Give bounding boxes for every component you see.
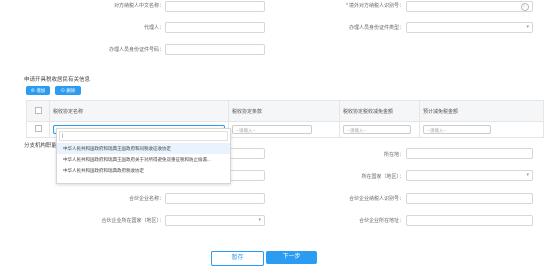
agent-id-type-select[interactable] [406, 22, 533, 33]
treaty-amount-input[interactable]: --请输入-- [343, 125, 411, 134]
save-draft-button[interactable]: 暂存 [211, 251, 264, 266]
expected-amount-input[interactable]: --请输入-- [423, 125, 491, 134]
dropdown-option[interactable]: 中华人民共和国政府和瑞典政府税收协定 [57, 165, 230, 176]
treaty-clause-cell: --请输入-- [228, 121, 340, 138]
foreign-party-id-label: *境外对方纳税人识别号： [346, 3, 404, 9]
agent-input[interactable] [165, 22, 265, 33]
branch-section-label: 分支机构职能 [24, 143, 58, 149]
partner-id-label: 合伙企业纳税人识别号： [348, 196, 404, 202]
partner-name-label: 合伙企业名称： [128, 196, 164, 202]
header-checkbox-cell[interactable] [26, 100, 50, 122]
country-label: 所在国家（地区）： [361, 174, 404, 180]
header-treaty-name: 税收协定名称 [49, 100, 229, 122]
expected-amount-cell: --请输入-- [419, 121, 544, 138]
table-header-row: 税收协定名称 税收协定条款 税收协定税收减免金额 预计减免税金额 [26, 100, 544, 122]
partner-address-label: 合伙企业所在地址： [358, 218, 404, 224]
header-expected-amount: 预计减免税金额 [419, 100, 544, 122]
header-treaty-clause: 税收协定条款 [228, 100, 340, 122]
country-select[interactable] [406, 170, 533, 181]
section-title: 申请开具税收居民有关信息 [24, 77, 91, 83]
row-checkbox-cell[interactable] [26, 121, 50, 138]
treaty-dropdown: | 中华人民共和国政府和瑞典王国政府和同税收征收协定 中华人民共和国政府和瑞典王… [56, 128, 231, 184]
agent-id-type-label: 办理人员身份证件类型： [348, 25, 404, 31]
residence-label: 所在地： [383, 152, 404, 158]
header-treaty-amount: 税收协定税收减免金额 [339, 100, 420, 122]
foreign-party-name-label: 对方纳税人中文名称： [113, 3, 164, 9]
partner-country-label: 合伙企业所在国家（地区）： [101, 218, 164, 224]
partner-id-input[interactable] [406, 193, 533, 204]
partner-address-input[interactable] [406, 215, 533, 226]
treaty-clause-input[interactable]: --请输入-- [232, 125, 312, 134]
dropdown-option[interactable]: 中华人民共和国政府和瑞典王国政府和同税收征收协定 [57, 143, 230, 154]
residence-input[interactable] [406, 148, 533, 159]
delete-row-button[interactable]: ⊖ 删除 [55, 86, 81, 95]
foreign-party-id-input[interactable]: ？ [406, 1, 533, 12]
partner-name-input[interactable] [165, 193, 265, 204]
select-all-checkbox[interactable] [34, 106, 42, 114]
treaty-amount-cell: --请输入-- [339, 121, 420, 138]
foreign-party-name-input[interactable] [165, 1, 265, 12]
add-row-button[interactable]: ⊕ 增加 [26, 86, 50, 95]
next-step-button[interactable]: 下一步 [266, 251, 317, 264]
dropdown-option[interactable]: 中华人民共和国政府和瑞典王国政府关于对所得避免双重征税和防止偷漏... [57, 154, 230, 165]
help-icon: ？ [521, 3, 529, 11]
agent-id-no-label: 办理人员身份证件号码： [108, 47, 164, 53]
agent-id-no-input[interactable] [165, 44, 265, 55]
agent-label: 代理人： [143, 25, 164, 31]
partner-country-select[interactable] [165, 215, 265, 226]
dropdown-search-input[interactable]: | [59, 131, 228, 141]
row-checkbox[interactable] [34, 125, 42, 132]
